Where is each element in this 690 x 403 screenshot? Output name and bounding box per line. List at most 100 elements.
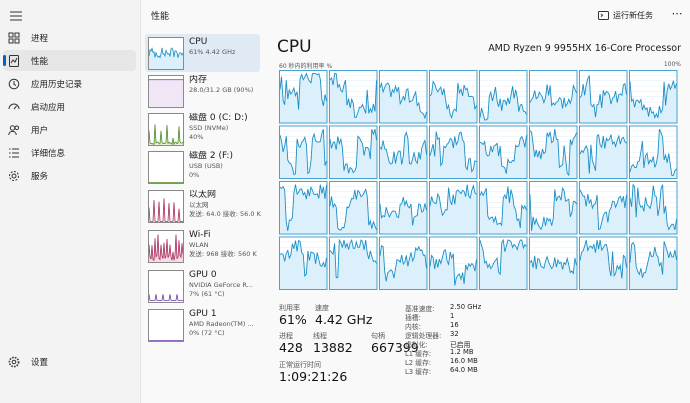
logical-processor-graph	[279, 125, 328, 179]
tile-thumbnail-graph	[148, 113, 184, 146]
spec-value: 2.50 GHz	[450, 303, 482, 311]
tile-thumbnail-graph	[148, 190, 184, 223]
tile-line-1: WLAN	[189, 241, 209, 249]
cpu-detail-panel: CPU AMD Ryzen 9 9955HX 16-Core Processor…	[277, 0, 690, 403]
logical-processor-graph	[479, 181, 528, 235]
hamburger-menu-icon[interactable]	[8, 9, 24, 23]
sidebar: 进程 性能 应用历史记录 启动应用 用户 详细信息 服务 设置	[0, 0, 140, 403]
logical-processor-graph	[279, 70, 328, 124]
spec-value: 64.0 MB	[450, 366, 478, 374]
tile-[interactable]: 以太网 以太网 发送: 64.0 接收: 56.0 K	[145, 187, 261, 225]
utilization-value: 61%	[279, 312, 307, 327]
tile-thumbnail-graph	[148, 75, 184, 108]
uptime-value: 1:09:21:26	[279, 369, 348, 384]
tile-text: 磁盘 0 (C: D:) SSD (NVMe) 40%	[189, 113, 261, 142]
logical-processor-graph	[629, 181, 678, 235]
sidebar-item-details[interactable]: 详细信息	[3, 142, 136, 163]
sidebar-item-app-history[interactable]: 应用历史记录	[3, 73, 136, 94]
spec-key: L3 缓存:	[405, 368, 432, 376]
spec-value: 16.0 MB	[450, 357, 478, 365]
logical-processor-graph	[379, 236, 428, 290]
sidebar-item-performance[interactable]: 性能	[3, 50, 136, 71]
tile-name: 磁盘 0 (C: D:)	[189, 113, 248, 123]
processes-icon	[7, 31, 21, 45]
tile-cpu[interactable]: CPU 61% 4.42 GHz	[145, 34, 260, 72]
sidebar-item-label: 启动应用	[31, 102, 66, 113]
tile-line-2: 7% (61 °C)	[189, 290, 225, 298]
tile-text: 磁盘 2 (F:) USB (USB) 0%	[189, 151, 261, 180]
sidebar-item-services[interactable]: 服务	[3, 165, 136, 186]
tile-line-2: 0%	[189, 171, 200, 179]
sidebar-item-users[interactable]: 用户	[3, 119, 136, 140]
sidebar-item-label: 应用历史记录	[31, 79, 83, 90]
logical-processor-graph	[329, 70, 378, 124]
sidebar-item-processes[interactable]: 进程	[3, 27, 136, 48]
tile-name: GPU 1	[189, 309, 217, 319]
logical-processor-graph	[529, 181, 578, 235]
sidebar-item-startup[interactable]: 启动应用	[3, 96, 136, 117]
startup-icon	[7, 100, 21, 114]
logical-processor-graph	[479, 125, 528, 179]
tile-[interactable]: 内存 28.0/31.2 GB (90%)	[145, 72, 260, 110]
tile-line-1: 28.0/31.2 GB (90%)	[189, 86, 254, 94]
tile-line-2: 发送: 968 接收: 560 K	[189, 250, 257, 258]
sidebar-item-label: 服务	[31, 171, 49, 182]
logical-processor-graph	[279, 181, 328, 235]
logical-processor-graph	[629, 125, 678, 179]
logical-processor-graph	[429, 236, 478, 290]
graph-label-max: 100%	[663, 61, 681, 68]
tile-line-1: 61% 4.42 GHz	[189, 48, 236, 56]
logical-processor-graph	[579, 125, 628, 179]
tile-0-c-d[interactable]: 磁盘 0 (C: D:) SSD (NVMe) 40%	[145, 110, 260, 148]
processes-value: 428	[279, 340, 303, 355]
processor-model: AMD Ryzen 9 9955HX 16-Core Processor	[488, 43, 681, 54]
logical-processor-graph	[429, 70, 478, 124]
spec-value: 16	[450, 321, 459, 329]
sidebar-item-label: 设置	[31, 357, 49, 368]
logical-processor-graph	[579, 181, 628, 235]
tile-text: GPU 0 NVIDIA GeForce R... 7% (61 °C)	[189, 270, 261, 299]
logical-processor-graph	[479, 70, 528, 124]
graph-label-utilization: 60 秒内的利用率 %	[279, 63, 333, 70]
sidebar-item-label: 进程	[31, 33, 49, 44]
sidebar-item-label: 性能	[31, 56, 49, 67]
tile-thumbnail-graph	[148, 151, 184, 184]
logical-processor-graph	[579, 236, 628, 290]
tile-gpu-0[interactable]: GPU 0 NVIDIA GeForce R... 7% (61 °C)	[145, 267, 260, 305]
tile-text: GPU 1 AMD Radeon(TM) ... 0% (72 °C)	[189, 309, 261, 338]
tile-text: 以太网 以太网 发送: 64.0 接收: 56.0 K	[189, 190, 261, 219]
tile-gpu-1[interactable]: GPU 1 AMD Radeon(TM) ... 0% (72 °C)	[145, 306, 260, 344]
tile-thumbnail-graph	[148, 230, 184, 263]
task-manager-window: 进程 性能 应用历史记录 启动应用 用户 详细信息 服务 设置 性能 运行新任务…	[0, 0, 690, 403]
tile-text: 内存 28.0/31.2 GB (90%)	[189, 75, 261, 95]
tile-2-f[interactable]: 磁盘 2 (F:) USB (USB) 0%	[145, 148, 260, 186]
speed-value: 4.42 GHz	[315, 312, 373, 327]
tile-thumbnail-graph	[148, 270, 184, 303]
logical-processor-graphs	[279, 70, 678, 294]
tile-line-1: NVIDIA GeForce R...	[189, 281, 253, 289]
tile-thumbnail-graph	[148, 37, 184, 70]
tile-text: CPU 61% 4.42 GHz	[189, 37, 261, 57]
logical-processor-graph	[629, 70, 678, 124]
performance-icon	[7, 54, 21, 68]
tile-name: 磁盘 2 (F:)	[189, 151, 233, 161]
details-icon	[7, 146, 21, 160]
services-icon	[7, 169, 21, 183]
tile-line-1: USB (USB)	[189, 162, 223, 170]
threads-value: 13882	[313, 340, 353, 355]
sidebar-item-label: 用户	[31, 125, 49, 136]
logical-processor-graph	[629, 236, 678, 290]
tile-text: Wi-Fi WLAN 发送: 968 接收: 560 K	[189, 230, 261, 259]
tile-line-1: 以太网	[189, 201, 209, 209]
logical-processor-graph	[379, 70, 428, 124]
logical-processor-graph	[279, 236, 328, 290]
spec-value: 32	[450, 330, 459, 338]
tile-wi-fi[interactable]: Wi-Fi WLAN 发送: 968 接收: 560 K	[145, 227, 260, 265]
tile-name: GPU 0	[189, 270, 217, 280]
logical-processor-graph	[429, 181, 478, 235]
tile-name: CPU	[189, 37, 208, 47]
sidebar-item-settings[interactable]: 设置	[3, 351, 136, 372]
logical-processor-graph	[429, 125, 478, 179]
users-icon	[7, 123, 21, 137]
gear-icon	[7, 355, 21, 369]
